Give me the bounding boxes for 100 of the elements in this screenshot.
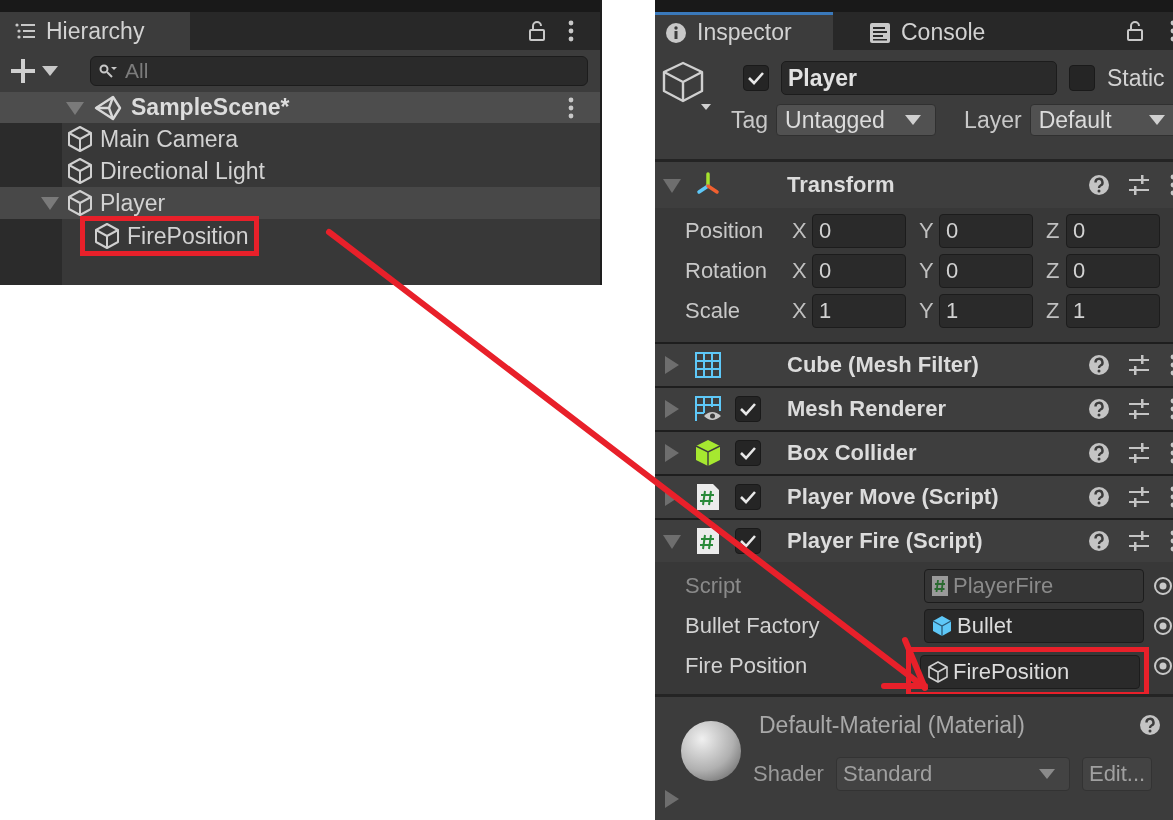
checkmark-icon (739, 402, 757, 416)
axis-label: Z (1046, 218, 1061, 244)
axis-label: Y (919, 218, 935, 244)
layer-dropdown[interactable]: Default (1029, 104, 1173, 136)
cube-icon (93, 222, 121, 250)
add-icon[interactable] (10, 58, 36, 84)
number-field[interactable]: 1 (812, 294, 906, 328)
property-label: Scale (685, 298, 742, 324)
sliders-icon[interactable] (1128, 530, 1150, 552)
panel-tab[interactable]: Console (859, 12, 1004, 50)
target-icon[interactable] (1153, 576, 1173, 596)
sliders-icon[interactable] (1128, 442, 1150, 464)
checkmark-icon (739, 490, 757, 504)
component-title: Player Fire (Script) (787, 528, 983, 554)
number-field[interactable]: 0 (1066, 214, 1160, 248)
axis-label: Z (1046, 258, 1061, 284)
list-icon (14, 22, 36, 40)
component-title: Player Move (Script) (787, 484, 999, 510)
help-icon[interactable] (1088, 354, 1110, 376)
search-field[interactable]: All (90, 56, 588, 86)
lock-icon[interactable] (1126, 20, 1144, 42)
hierarchy-item[interactable]: Main Camera (100, 125, 239, 153)
property-label: Rotation (685, 258, 768, 284)
help-icon[interactable] (1139, 714, 1161, 736)
sliders-icon[interactable] (1128, 486, 1150, 508)
property-label: Script (685, 573, 743, 599)
help-icon[interactable] (1088, 530, 1110, 552)
tag-dropdown[interactable]: Untagged (776, 104, 937, 136)
caret-icon (1148, 115, 1165, 125)
cube-icon (931, 615, 953, 637)
object-field[interactable]: FirePosition (920, 654, 1140, 689)
static-label: Static (1107, 64, 1165, 92)
axis-label: Y (919, 298, 935, 324)
search-icon (99, 64, 117, 78)
info-icon (665, 21, 687, 44)
axis-label: Z (1046, 298, 1061, 324)
material-title: Default-Material (Material) (759, 711, 1025, 739)
grid-icon (694, 351, 722, 379)
property-label: Fire Position (685, 653, 809, 679)
number-field[interactable]: 0 (939, 254, 1033, 288)
edit-button[interactable]: Edit... (1081, 757, 1153, 791)
cube-icon (66, 189, 94, 217)
sliders-icon[interactable] (1128, 174, 1150, 196)
component-title: Transform (787, 172, 895, 198)
hierarchy-item[interactable]: Directional Light (100, 157, 265, 185)
cube-icon (694, 439, 722, 467)
number-field[interactable]: 0 (812, 254, 906, 288)
number-field[interactable]: 0 (939, 214, 1033, 248)
shader-label: Shader (753, 761, 824, 787)
layer-label: Layer (964, 106, 1022, 134)
checkbox[interactable] (1069, 65, 1095, 91)
script-icon (931, 575, 949, 597)
tag-label: Tag (731, 106, 769, 134)
lock-icon[interactable] (528, 20, 546, 42)
cube-icon (66, 125, 94, 153)
script-icon (695, 483, 721, 511)
checkmark-icon (739, 534, 757, 548)
object-field[interactable]: Bullet (924, 609, 1144, 643)
hierarchy-item[interactable]: Player (100, 189, 166, 217)
grid-eye-icon (694, 395, 722, 423)
axis-label: X (792, 258, 808, 284)
sliders-icon[interactable] (1128, 354, 1150, 376)
number-field[interactable]: 0 (1066, 254, 1160, 288)
number-field[interactable]: 1 (1066, 294, 1160, 328)
name-field[interactable]: Player (781, 61, 1057, 95)
axis-label: X (792, 298, 808, 324)
more-options-icon[interactable] (568, 20, 574, 42)
sliders-icon[interactable] (1128, 398, 1150, 420)
target-icon[interactable] (1153, 656, 1173, 676)
axis-label: X (792, 218, 808, 244)
number-field[interactable]: 1 (939, 294, 1033, 328)
property-label: Position (685, 218, 765, 244)
cube-icon (927, 660, 949, 683)
number-field[interactable]: 0 (812, 214, 906, 248)
script-icon (695, 527, 721, 555)
component-title: Mesh Renderer (787, 396, 946, 422)
checkbox[interactable] (735, 440, 761, 466)
more-options-icon[interactable] (568, 96, 574, 119)
checkbox[interactable] (735, 484, 761, 510)
cube-icon (66, 157, 94, 185)
checkmark-icon (739, 446, 757, 460)
checkbox[interactable] (735, 396, 761, 422)
component-title: Box Collider (787, 440, 917, 466)
target-icon[interactable] (1153, 616, 1173, 636)
hierarchy-tab[interactable]: Hierarchy (0, 12, 190, 50)
help-icon[interactable] (1088, 442, 1110, 464)
caret-icon (905, 115, 922, 125)
checkmark-icon (747, 71, 765, 85)
hierarchy-item[interactable]: FirePosition (127, 222, 249, 250)
checkbox[interactable] (743, 65, 769, 91)
panel-tab[interactable]: Inspector (655, 12, 833, 50)
axis-label: Y (919, 258, 935, 284)
shader-dropdown[interactable]: Standard (835, 757, 1070, 791)
console-icon (869, 21, 891, 44)
help-icon[interactable] (1088, 398, 1110, 420)
caret-icon[interactable] (42, 66, 58, 76)
property-label: Bullet Factory (685, 613, 821, 639)
caret-icon (1038, 769, 1055, 779)
help-icon[interactable] (1088, 486, 1110, 508)
help-icon[interactable] (1088, 174, 1110, 196)
